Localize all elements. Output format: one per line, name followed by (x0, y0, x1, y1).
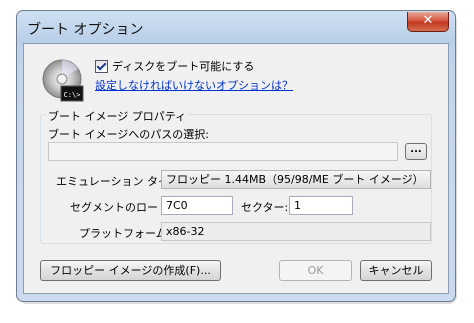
segment-label: セグメントのロード: (70, 201, 173, 214)
platform-select[interactable]: x86-32 (161, 222, 431, 241)
prompt-badge: C:\> (64, 91, 81, 99)
bootable-checkbox-row[interactable]: ディスクをブート可能にする (95, 58, 254, 74)
window-title: ブート オプション (27, 22, 144, 38)
create-floppy-image-button[interactable]: フロッピー イメージの作成(F)... (40, 260, 221, 281)
path-label: ブート イメージへのパスの選択: (48, 128, 209, 141)
browse-button[interactable]: ... (405, 143, 427, 160)
platform-label: プラットフォーム: (79, 227, 171, 240)
bootable-checkbox-label: ディスクをブート可能にする (112, 60, 255, 73)
path-input[interactable] (48, 142, 398, 161)
close-button[interactable]: ✕ (407, 12, 449, 32)
sector-label: セクター: (241, 201, 289, 214)
group-title: ブート イメージ プロパティ (46, 108, 189, 124)
cancel-button[interactable]: キャンセル (360, 260, 432, 281)
close-icon: ✕ (422, 13, 434, 28)
emulation-select[interactable]: フロッピー 1.44MB（95/98/ME ブート イメージ） (161, 170, 431, 189)
help-link[interactable]: 設定しなければいけないオプションは？ (95, 77, 293, 93)
bootable-checkbox[interactable] (95, 59, 108, 73)
ok-button[interactable]: OK (279, 260, 352, 281)
segment-input[interactable]: 7C0 (161, 196, 233, 215)
sector-input[interactable]: 1 (289, 196, 353, 215)
disc-icon: C:\> (42, 59, 84, 102)
